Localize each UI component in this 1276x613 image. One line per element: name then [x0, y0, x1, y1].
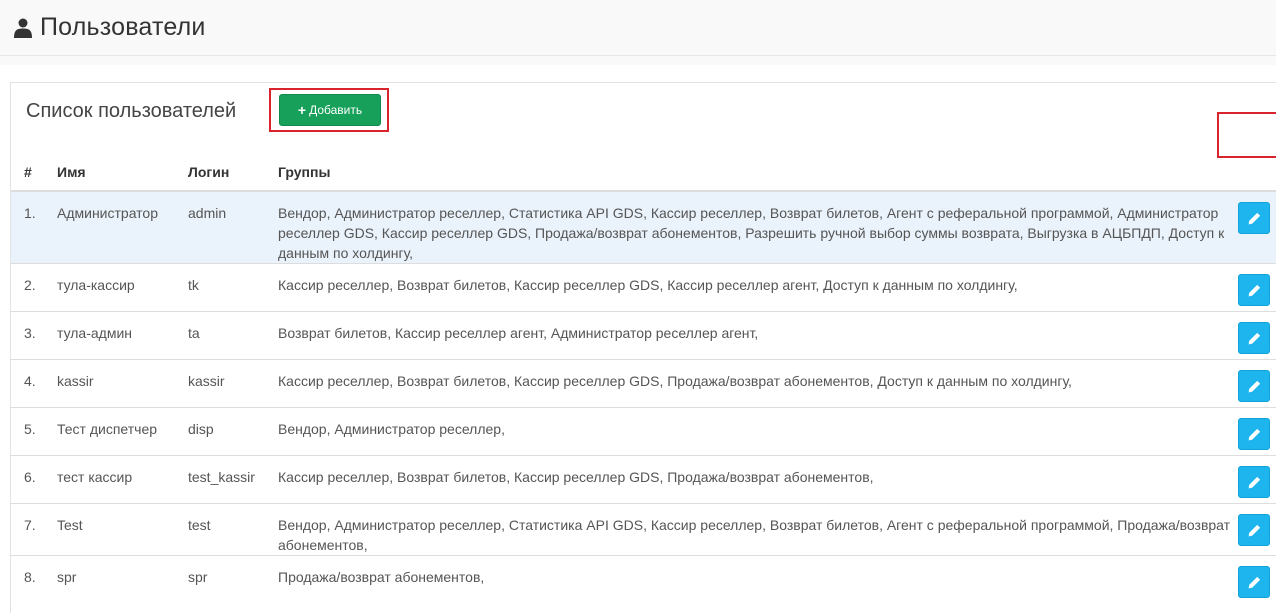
- table-row[interactable]: 2. тула-кассир tk Кассир реселлер, Возвр…: [11, 263, 1276, 312]
- row-actions: [1232, 359, 1276, 408]
- edit-user-button[interactable]: [1238, 418, 1270, 450]
- row-actions: [1232, 311, 1276, 360]
- row-login: spr: [188, 555, 278, 606]
- column-header-number: #: [11, 153, 57, 192]
- column-header-login: Логин: [188, 153, 278, 192]
- edit-user-button[interactable]: [1238, 370, 1270, 402]
- list-title-row: Список пользователей: [26, 96, 236, 126]
- header-gap: [0, 56, 1276, 65]
- list-title: Список пользователей: [26, 99, 237, 122]
- row-actions: [1232, 503, 1276, 556]
- table-row[interactable]: 8. spr spr Продажа/возврат абонементов,: [11, 555, 1276, 606]
- row-groups: Кассир реселлер, Возврат билетов, Кассир…: [278, 263, 1232, 312]
- row-number: 5.: [11, 407, 57, 456]
- row-number: 7.: [11, 503, 57, 556]
- edit-user-button[interactable]: [1238, 274, 1270, 306]
- pencil-icon: [1248, 576, 1261, 589]
- table-row[interactable]: 3. тула-админ ta Возврат билетов, Кассир…: [11, 311, 1276, 360]
- table-row[interactable]: 7. Test test Вендор, Администратор ресел…: [11, 503, 1276, 556]
- row-login: admin: [188, 190, 278, 264]
- table-row[interactable]: 4. kassir kassir Кассир реселлер, Возвра…: [11, 359, 1276, 408]
- row-name: spr: [57, 555, 188, 606]
- row-number: 3.: [11, 311, 57, 360]
- row-number: 8.: [11, 555, 57, 606]
- row-name: Администратор: [57, 190, 188, 264]
- row-name: тула-кассир: [57, 263, 188, 312]
- users-panel: Список пользователей + Добавить # Имя Ло…: [10, 82, 1276, 613]
- row-actions: [1232, 555, 1276, 606]
- row-login: test: [188, 503, 278, 556]
- row-groups: Возврат билетов, Кассир реселлер агент, …: [278, 311, 1232, 360]
- row-number: 2.: [11, 263, 57, 312]
- add-user-button[interactable]: + Добавить: [279, 94, 381, 126]
- row-login: tk: [188, 263, 278, 312]
- page-title: Пользователи: [40, 13, 206, 41]
- row-actions: [1232, 455, 1276, 504]
- row-groups: Вендор, Администратор реселлер, Статисти…: [278, 503, 1232, 556]
- edit-user-button[interactable]: [1238, 514, 1270, 546]
- row-groups: Продажа/возврат абонементов,: [278, 555, 1232, 606]
- pencil-icon: [1248, 284, 1261, 297]
- row-number: 6.: [11, 455, 57, 504]
- pencil-icon: [1248, 212, 1261, 225]
- table-row[interactable]: 5. Тест диспетчер disp Вендор, Администр…: [11, 407, 1276, 456]
- users-table: # Имя Логин Группы 1. Администратор admi…: [11, 153, 1276, 606]
- column-header-name: Имя: [57, 153, 188, 192]
- page-header: Пользователи: [0, 0, 1276, 56]
- column-header-groups: Группы: [278, 153, 1232, 192]
- plus-icon: +: [297, 102, 307, 118]
- row-groups: Вендор, Администратор реселлер,: [278, 407, 1232, 456]
- row-groups: Кассир реселлер, Возврат билетов, Кассир…: [278, 359, 1232, 408]
- pencil-icon: [1248, 476, 1261, 489]
- table-row[interactable]: 6. тест кассир test_kassir Кассир реселл…: [11, 455, 1276, 504]
- user-icon: [14, 18, 32, 38]
- pencil-icon: [1248, 524, 1261, 537]
- column-header-actions: [1232, 153, 1276, 192]
- edit-user-button[interactable]: [1238, 466, 1270, 498]
- edit-user-button[interactable]: [1238, 322, 1270, 354]
- table-row[interactable]: 1. Администратор admin Вендор, Администр…: [11, 190, 1276, 264]
- row-login: kassir: [188, 359, 278, 408]
- edit-user-button[interactable]: [1238, 566, 1270, 598]
- pencil-icon: [1248, 428, 1261, 441]
- pencil-icon: [1248, 380, 1261, 393]
- row-login: test_kassir: [188, 455, 278, 504]
- row-login: disp: [188, 407, 278, 456]
- row-actions: [1232, 407, 1276, 456]
- edit-user-button[interactable]: [1238, 202, 1270, 234]
- row-name: Тест диспетчер: [57, 407, 188, 456]
- row-name: Test: [57, 503, 188, 556]
- row-groups: Вендор, Администратор реселлер, Статисти…: [278, 190, 1232, 264]
- row-number: 4.: [11, 359, 57, 408]
- row-number: 1.: [11, 190, 57, 264]
- table-header-row: # Имя Логин Группы: [11, 153, 1276, 192]
- pencil-icon: [1248, 332, 1261, 345]
- row-actions: [1232, 190, 1276, 264]
- row-name: тест кассир: [57, 455, 188, 504]
- row-name: тула-админ: [57, 311, 188, 360]
- row-groups: Кассир реселлер, Возврат билетов, Кассир…: [278, 455, 1232, 504]
- row-actions: [1232, 263, 1276, 312]
- row-name: kassir: [57, 359, 188, 408]
- add-button-label: Добавить: [309, 103, 363, 117]
- row-login: ta: [188, 311, 278, 360]
